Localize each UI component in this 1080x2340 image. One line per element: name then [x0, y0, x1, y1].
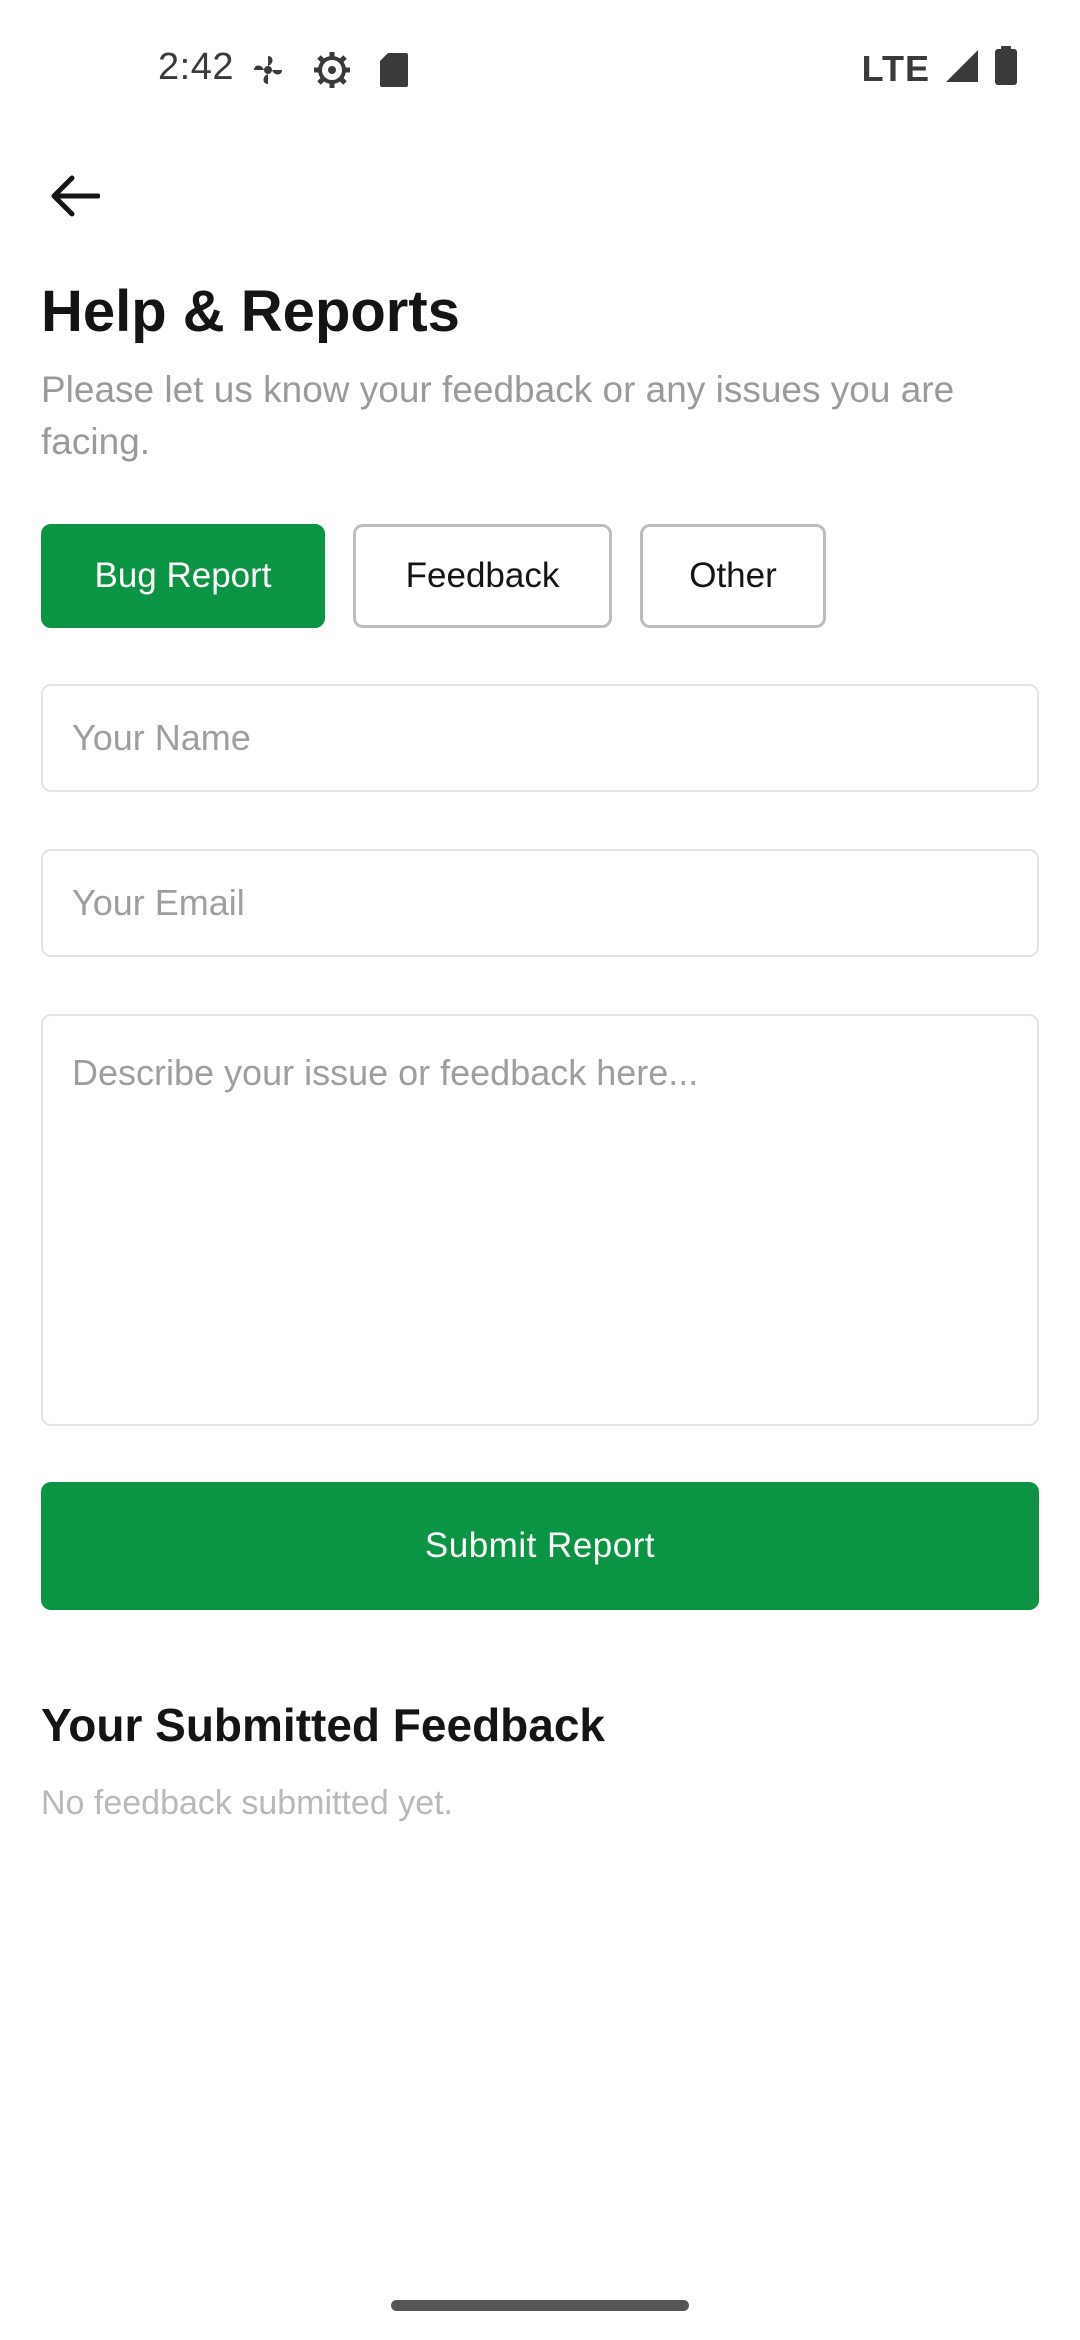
arrow-left-icon	[48, 174, 101, 223]
battery-icon	[994, 46, 1018, 91]
back-button[interactable]	[34, 162, 114, 234]
home-gesture-bar[interactable]	[391, 2300, 689, 2311]
category-chip-feedback[interactable]: Feedback	[353, 524, 612, 628]
fan-icon	[250, 52, 286, 93]
status-bar: 2:42 LTE	[0, 0, 1080, 140]
submit-report-button[interactable]: Submit Report	[41, 1482, 1039, 1610]
status-icons-right: LTE	[862, 46, 1018, 91]
submitted-feedback-title: Your Submitted Feedback	[41, 1699, 606, 1751]
status-icons-left	[250, 50, 410, 95]
page-title: Help & Reports	[41, 279, 460, 344]
name-field[interactable]	[41, 684, 1039, 792]
category-chip-bug-report[interactable]: Bug Report	[41, 524, 325, 628]
empty-feedback-message: No feedback submitted yet.	[41, 1784, 454, 1822]
category-selector: Bug Report Feedback Other	[41, 524, 826, 628]
category-chip-other[interactable]: Other	[640, 524, 826, 628]
email-field[interactable]	[41, 849, 1039, 957]
settings-gear-icon	[312, 50, 352, 95]
description-field[interactable]	[41, 1014, 1039, 1426]
sd-card-icon	[378, 51, 410, 94]
status-time: 2:42	[158, 46, 234, 88]
signal-icon	[944, 48, 980, 89]
page-subtitle: Please let us know your feedback or any …	[41, 369, 955, 462]
network-type: LTE	[861, 47, 930, 89]
